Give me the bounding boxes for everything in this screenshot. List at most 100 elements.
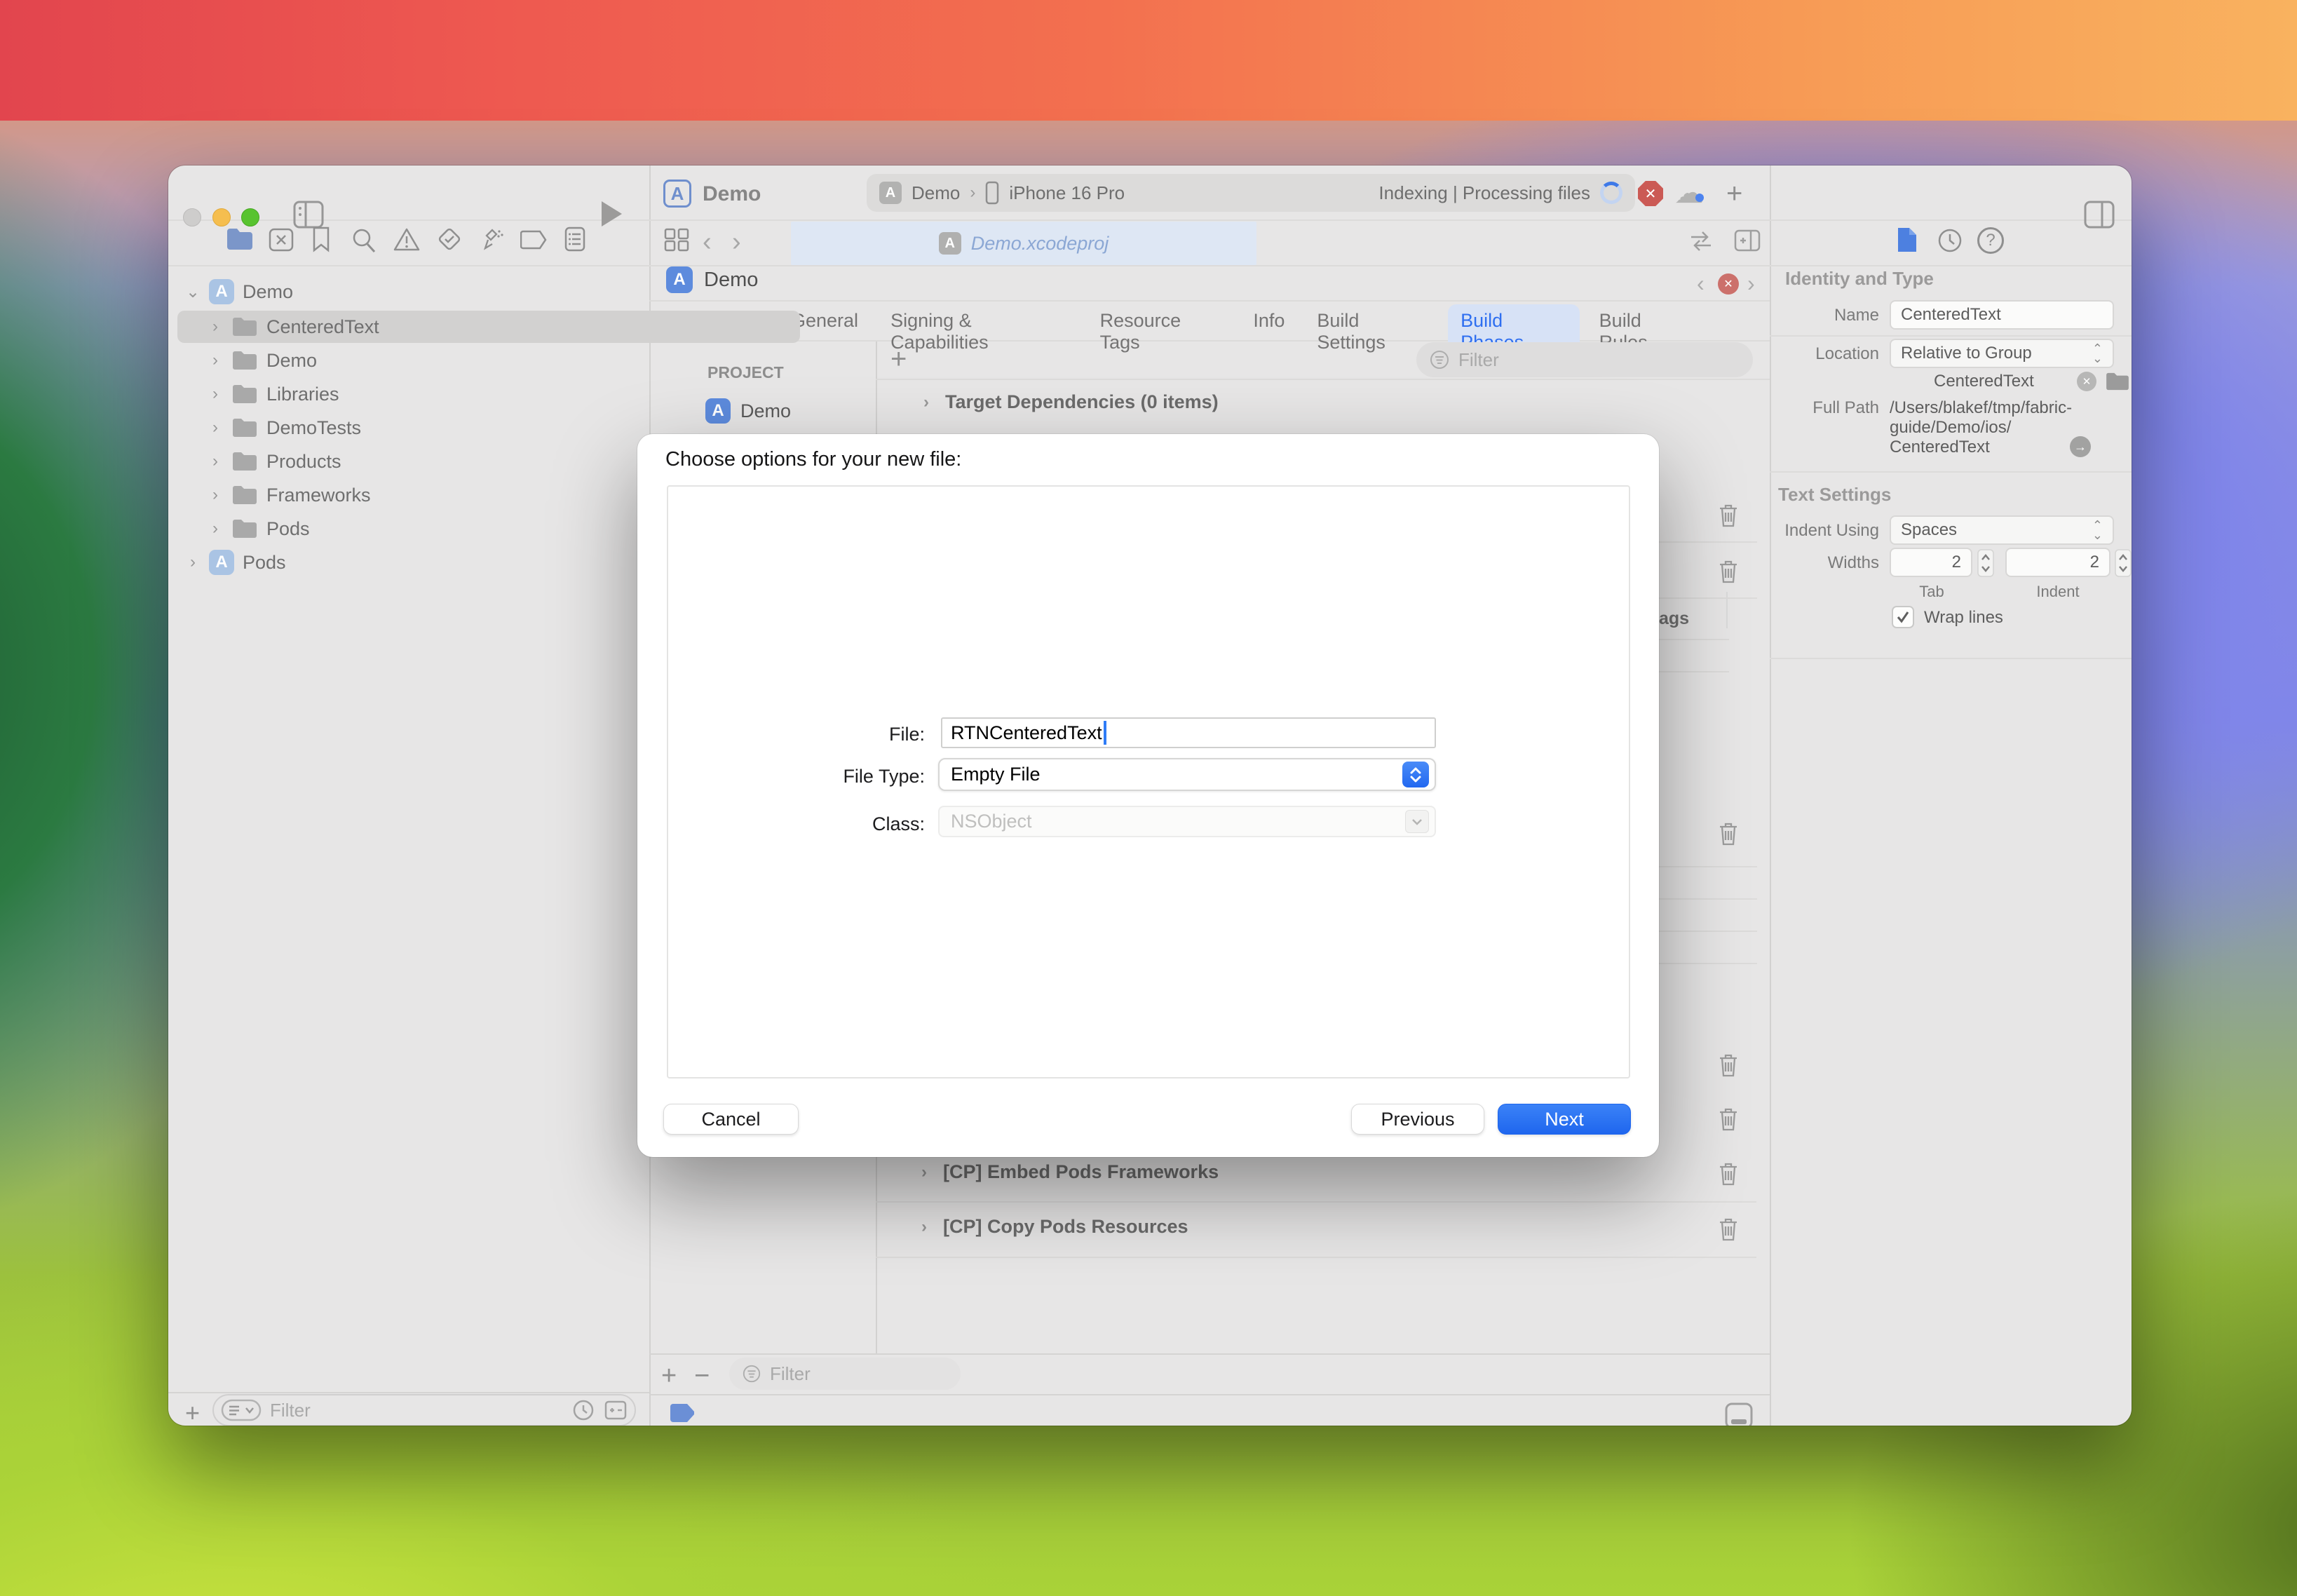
tab-overview-icon[interactable] xyxy=(663,227,690,252)
disclosure-open-icon[interactable]: ⌄ xyxy=(185,282,201,302)
class-combobox[interactable]: NSObject xyxy=(938,806,1436,837)
scheme-device[interactable]: iPhone 16 Pro xyxy=(1009,182,1125,204)
location-popup[interactable]: Relative to Group ⌃⌄ xyxy=(1890,339,2114,368)
wrap-lines-checkbox[interactable] xyxy=(1892,606,1914,628)
choose-folder-icon[interactable] xyxy=(2105,372,2130,391)
help-inspector-icon[interactable]: ? xyxy=(1977,227,2004,254)
disclosure-icon[interactable]: › xyxy=(208,452,223,471)
navigator-filter-field[interactable]: Filter xyxy=(212,1394,636,1426)
swap-editor-icon[interactable] xyxy=(1687,230,1715,252)
debug-navigator-icon[interactable] xyxy=(478,226,506,252)
tree-item-libraries[interactable]: › Libraries xyxy=(208,378,339,410)
tree-item-products[interactable]: › Products xyxy=(208,445,341,478)
previous-button[interactable]: Previous xyxy=(1351,1104,1484,1135)
tab-resource-tags[interactable]: Resource Tags xyxy=(1087,304,1234,359)
add-target-button[interactable]: + xyxy=(661,1361,677,1391)
issue-back-icon[interactable]: ‹ xyxy=(1697,271,1705,297)
delete-phase-icon[interactable] xyxy=(1716,1106,1740,1132)
disclosure-icon[interactable]: › xyxy=(208,384,223,404)
minimize-button[interactable] xyxy=(212,208,231,226)
file-name-input[interactable]: RTNCenteredText xyxy=(941,717,1436,748)
indent-width-field[interactable]: 2 xyxy=(2005,548,2110,577)
disclosure-icon[interactable]: › xyxy=(916,1217,932,1237)
remove-target-button[interactable]: − xyxy=(694,1361,710,1391)
project-row[interactable]: A Demo xyxy=(705,398,791,424)
inspector-toggle-icon[interactable] xyxy=(2080,198,2119,231)
tree-item-frameworks[interactable]: › Frameworks xyxy=(208,479,371,511)
project-navigator-icon[interactable] xyxy=(226,227,254,251)
disclosure-icon[interactable]: › xyxy=(208,519,223,539)
tree-item-pods-project[interactable]: › A Pods xyxy=(185,546,286,579)
report-navigator-icon[interactable] xyxy=(564,226,586,252)
find-navigator-icon[interactable] xyxy=(351,227,377,254)
nav-forward-icon[interactable]: › xyxy=(732,227,741,257)
issue-navigator-icon[interactable] xyxy=(393,227,421,252)
indent-using-popup[interactable]: Spaces ⌃⌄ xyxy=(1890,515,2114,545)
tab-signing[interactable]: Signing & Capabilities xyxy=(878,304,1080,359)
cloud-icon[interactable]: ☁ xyxy=(1674,175,1704,210)
delete-phase-icon[interactable] xyxy=(1716,558,1740,585)
close-button[interactable] xyxy=(183,208,201,226)
issue-count-badge[interactable]: ✕ xyxy=(1718,273,1739,295)
app-store-icon: A xyxy=(663,180,691,208)
issue-forward-icon[interactable]: › xyxy=(1747,271,1755,297)
add-editor-icon[interactable] xyxy=(1733,229,1761,252)
target-filter-field[interactable]: Filter xyxy=(729,1358,961,1390)
tree-item-pods-group[interactable]: › Pods xyxy=(208,513,310,545)
test-navigator-icon[interactable] xyxy=(436,226,463,252)
phase-copy-pods[interactable]: › [CP] Copy Pods Resources xyxy=(916,1216,1188,1238)
indent-width-stepper[interactable] xyxy=(2115,549,2132,577)
tree-item-demo-group[interactable]: › Demo xyxy=(208,344,317,377)
open-path-arrow-icon[interactable]: → xyxy=(2070,436,2091,457)
breakpoint-navigator-icon[interactable] xyxy=(520,229,548,251)
tab-width-stepper[interactable] xyxy=(1977,549,1994,577)
delete-phase-icon[interactable] xyxy=(1716,1161,1740,1187)
dialog-title: Choose options for your new file: xyxy=(665,448,961,471)
disclosure-icon[interactable]: › xyxy=(185,553,201,572)
add-file-button[interactable]: + xyxy=(185,1398,200,1426)
disclosure-icon[interactable]: › xyxy=(916,1163,932,1182)
recent-filter-icon[interactable] xyxy=(571,1398,595,1422)
tab-info[interactable]: Info xyxy=(1240,304,1297,359)
phase-filter-field[interactable]: Filter xyxy=(1416,342,1753,377)
file-inspector-icon[interactable] xyxy=(1895,226,1918,254)
add-toolbar-button[interactable]: + xyxy=(1726,178,1742,210)
tab-width-field[interactable]: 2 xyxy=(1890,548,1972,577)
editor-bottombar-icon[interactable] xyxy=(1722,1401,1756,1426)
scm-filter-icon[interactable] xyxy=(604,1400,628,1421)
disclosure-icon[interactable]: › xyxy=(208,351,223,370)
error-badge-icon[interactable]: ✕ xyxy=(1638,181,1663,206)
delete-phase-icon[interactable] xyxy=(1716,1052,1740,1078)
clear-group-icon[interactable]: ✕ xyxy=(2077,372,2096,391)
file-type-popup[interactable]: Empty File xyxy=(938,758,1436,791)
desktop-wallpaper: A Demo A Demo › iPhone 16 Pro Indexing |… xyxy=(0,0,2297,1596)
delete-phase-icon[interactable] xyxy=(1716,502,1740,529)
editor-tab[interactable]: A Demo.xcodeproj xyxy=(791,222,1256,265)
filter-icon xyxy=(742,1364,761,1384)
history-inspector-icon[interactable] xyxy=(1937,227,1963,254)
run-button[interactable] xyxy=(599,199,624,229)
tree-item-demo-project[interactable]: ⌄ A Demo xyxy=(185,276,293,308)
phase-target-dependencies[interactable]: › Target Dependencies (0 items) xyxy=(919,391,1219,413)
next-button[interactable]: Next xyxy=(1498,1104,1631,1135)
filter-menu-icon[interactable] xyxy=(221,1399,262,1421)
disclosure-icon[interactable]: › xyxy=(919,393,934,412)
disclosure-icon[interactable]: › xyxy=(208,485,223,505)
disclosure-icon[interactable]: › xyxy=(208,317,223,337)
tree-item-centeredtext[interactable]: › CenteredText xyxy=(208,311,379,343)
delete-phase-icon[interactable] xyxy=(1716,1216,1740,1243)
zoom-button[interactable] xyxy=(241,208,259,226)
scheme-target[interactable]: Demo xyxy=(912,182,960,204)
filter-bar-tag-icon[interactable] xyxy=(668,1404,696,1425)
disclosure-icon[interactable]: › xyxy=(208,418,223,438)
bookmark-icon[interactable] xyxy=(311,226,331,252)
name-field[interactable]: CenteredText xyxy=(1890,300,2114,330)
phase-embed-pods[interactable]: › [CP] Embed Pods Frameworks xyxy=(916,1161,1219,1183)
add-phase-button[interactable]: + xyxy=(890,344,907,375)
cancel-button[interactable]: Cancel xyxy=(663,1104,799,1135)
source-control-icon[interactable] xyxy=(268,227,294,252)
scheme-status-bar[interactable]: A Demo › iPhone 16 Pro Indexing | Proces… xyxy=(867,174,1635,212)
nav-back-icon[interactable]: ‹ xyxy=(703,227,712,257)
tree-item-demotests[interactable]: › DemoTests xyxy=(208,412,361,444)
delete-phase-icon[interactable] xyxy=(1716,820,1740,847)
